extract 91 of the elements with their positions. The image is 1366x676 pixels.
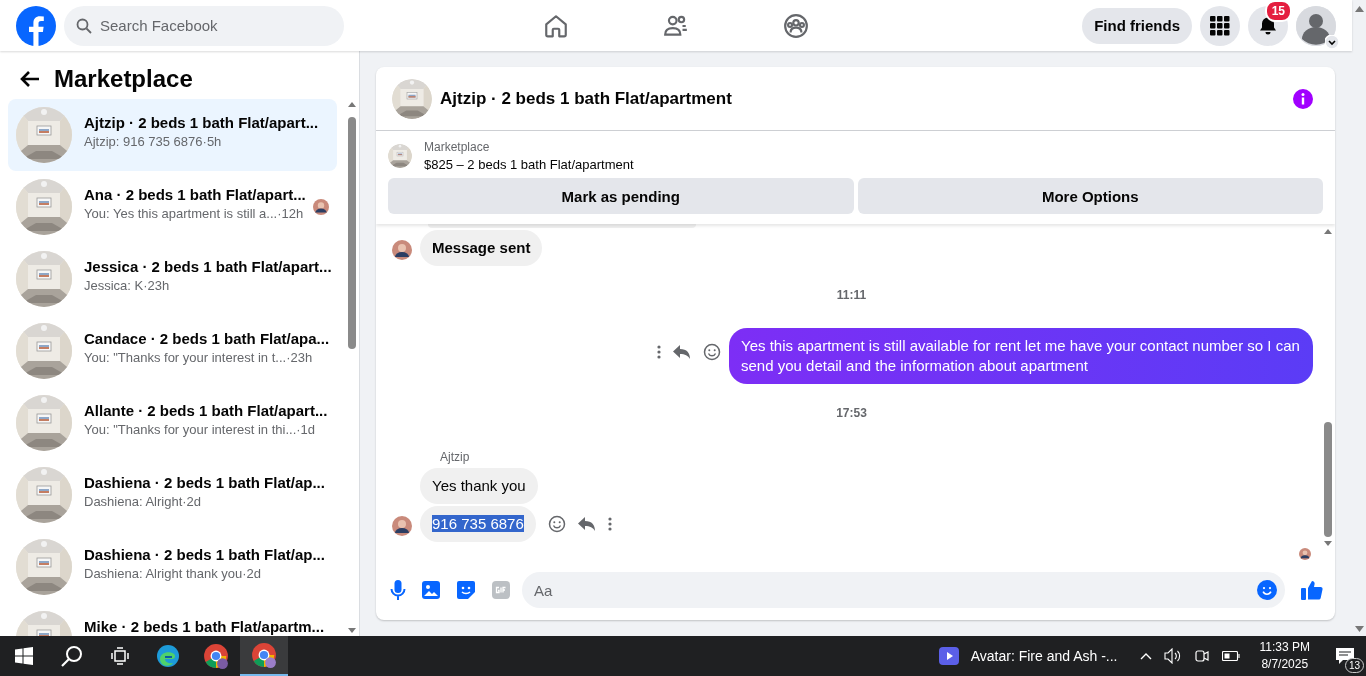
timestamp: 11:11	[836, 288, 867, 302]
search-icon[interactable]	[61, 645, 83, 667]
timestamp: 17:53	[836, 406, 867, 420]
message-bubble: Yes thank you	[420, 468, 538, 504]
message-preview: Ajtzip: 916 735 6876	[84, 134, 203, 149]
message-preview: Dashiena: Alright thank you	[84, 566, 243, 581]
message-preview: You: Yes this apartment is still a...	[84, 206, 278, 221]
notification-count: 13	[1344, 658, 1364, 673]
info-icon[interactable]	[1293, 88, 1313, 109]
conversation-item[interactable]: Dashiena · 2 beds 1 bath Flat/ap... Dashiena: Alright·2d	[8, 459, 337, 531]
message-bubble: Message sent	[420, 230, 543, 266]
conversation-title: Jessica · 2 beds 1 bath Flat/apart...	[84, 258, 329, 275]
bell-icon	[1258, 15, 1278, 36]
menu-button[interactable]	[1200, 5, 1240, 46]
conversation-title: Allante · 2 beds 1 bath Flat/apart...	[84, 402, 329, 419]
message-time: ·23h	[286, 350, 313, 365]
reply-icon[interactable]	[673, 344, 691, 360]
marketplace-title: Marketplace	[54, 65, 193, 93]
message-preview: Dashiena: Alright	[84, 494, 183, 509]
message-bubble: Yes this apartment is still available for rent let me have your contact number so I can send you detail and the information about apartment	[729, 328, 1313, 384]
message-time: ·1d	[296, 422, 316, 437]
find-friends-button[interactable]: Find friends	[1082, 7, 1192, 44]
scroll-up-icon[interactable]	[1354, 6, 1364, 12]
clock-date[interactable]: 8/7/2025	[1261, 656, 1309, 673]
chat-title: Ajtzip · 2 beds 1 bath Flat/apartment	[440, 88, 733, 109]
profile-avatar-icon	[1296, 5, 1336, 46]
battery-icon	[1221, 651, 1240, 661]
chrome-browser-icon[interactable]	[203, 643, 229, 669]
more-icon[interactable]	[657, 345, 661, 359]
selected-text: 916 735 6876	[432, 515, 524, 532]
photo-icon[interactable]	[422, 581, 440, 599]
edge-browser-icon[interactable]	[156, 644, 180, 668]
conversation-title: Ajtzip · 2 beds 1 bath Flat/apart...	[84, 114, 320, 131]
chevron-up-icon[interactable]	[1139, 652, 1152, 660]
speaker-icon[interactable]	[1163, 648, 1182, 664]
search-icon	[76, 17, 92, 34]
message-preview: You: "Thanks for your interest in t...	[84, 350, 287, 365]
message-preview: You: "Thanks for your interest in thi...	[84, 422, 297, 437]
sticker-icon[interactable]	[456, 580, 476, 600]
sender-name: Ajtzip	[440, 450, 471, 464]
task-view-icon[interactable]	[111, 647, 129, 665]
conversation-title: Candace · 2 beds 1 bath Flat/apa...	[84, 330, 329, 347]
react-icon[interactable]	[703, 343, 721, 361]
message-field[interactable]: Aa	[522, 572, 1285, 608]
taskbar-active-item[interactable]	[240, 636, 288, 676]
media-title[interactable]: Avatar: Fire and Ash -...	[970, 648, 1118, 664]
message-time: ·2d	[182, 494, 202, 509]
message-time: ·23h	[143, 278, 170, 293]
groups-icon[interactable]	[783, 12, 809, 39]
scroll-up-icon[interactable]	[348, 101, 356, 107]
search-field[interactable]: Search Facebook	[64, 5, 344, 46]
more-options-button[interactable]: More Options	[857, 178, 1323, 214]
react-icon[interactable]	[547, 515, 566, 533]
facebook-logo[interactable]	[16, 5, 56, 46]
conversation-item[interactable]: Jessica · 2 beds 1 bath Flat/apart... Jessica: K·23h	[8, 243, 337, 315]
home-icon[interactable]	[543, 12, 569, 39]
conversation-title: Dashiena · 2 beds 1 bath Flat/ap...	[84, 474, 326, 491]
thumbs-up-icon[interactable]	[1301, 580, 1323, 600]
conversation-item[interactable]: Allante · 2 beds 1 bath Flat/apart... You: "Thanks for your interest in thi...·1d	[8, 387, 337, 459]
back-arrow-icon[interactable]	[20, 70, 40, 88]
message-time: ·12h	[277, 206, 304, 221]
conversation-item[interactable]: Candace · 2 beds 1 bath Flat/apa... You: "Thanks for your interest in t...·23h	[8, 315, 337, 387]
message-preview: Jessica: K	[84, 278, 144, 293]
listing-summary[interactable]: $825 – 2 beds 1 bath Flat/apartment	[424, 157, 634, 172]
message-time: ·5h	[202, 134, 222, 149]
conversation-item[interactable]: Ajtzip · 2 beds 1 bath Flat/apart... Ajtzip: 916 735 6876·5h	[8, 99, 337, 171]
clock-time[interactable]: 11:33 PM	[1259, 639, 1310, 656]
scroll-up-icon[interactable]	[1324, 228, 1332, 234]
scrollbar-thumb[interactable]	[348, 117, 356, 349]
menu-grid-icon	[1210, 15, 1230, 36]
microphone-icon[interactable]	[390, 580, 406, 600]
message-time: ·2d	[242, 566, 262, 581]
conversation-title: Dashiena · 2 beds 1 bath Flat/ap...	[84, 546, 326, 563]
more-icon[interactable]	[607, 517, 612, 531]
notification-badge: 15	[1264, 0, 1292, 22]
chrome-browser-icon	[251, 642, 277, 668]
windows-start-icon[interactable]	[15, 647, 33, 665]
conversation-item[interactable]: Ana · 2 beds 1 bath Flat/apart... You: Yes this apartment is still a...·12h	[8, 171, 337, 243]
account-button[interactable]	[1296, 5, 1336, 46]
scroll-down-icon[interactable]	[1354, 626, 1364, 632]
reply-icon[interactable]	[577, 516, 596, 532]
scroll-down-icon[interactable]	[348, 628, 356, 634]
media-player-icon[interactable]	[938, 647, 959, 665]
scrollbar-thumb[interactable]	[1324, 422, 1332, 537]
camera-icon[interactable]	[1193, 648, 1210, 664]
mark-pending-button[interactable]: Mark as pending	[388, 178, 854, 214]
conversation-item[interactable]: Dashiena · 2 beds 1 bath Flat/ap... Dashiena: Alright thank you·2d	[8, 531, 337, 603]
listing-label: Marketplace	[424, 140, 491, 154]
conversation-title: Mike · 2 beds 1 bath Flat/apartm...	[84, 618, 326, 635]
scroll-down-icon[interactable]	[1324, 541, 1332, 547]
emoji-icon[interactable]	[1257, 580, 1277, 600]
